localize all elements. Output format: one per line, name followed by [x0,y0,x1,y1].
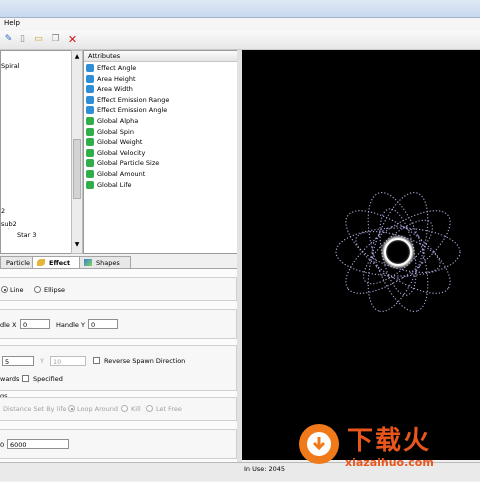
shapes-icon [84,259,92,266]
line-radio[interactable] [1,286,8,293]
attribute-label: Effect Emission Angle [97,106,168,115]
edge-behaviour-group: Distance Set By life Loop Around Kill Le… [0,397,237,421]
effect-tab-panel: Line Ellipse dle X 0 Handle Y 0 5 Y 10 R… [0,268,240,465]
ellipse-radio[interactable] [34,286,41,293]
attribute-curve-icon [86,106,94,115]
bottom-group: 0 6000 [0,429,237,459]
attribute-curve-icon [86,127,94,136]
wand-icon[interactable]: ✎ [3,34,14,45]
effect-tree[interactable]: Spiral 2 sub2 ˙ Star 3 [0,50,72,254]
attribute-curve-icon [86,148,94,157]
attributes-title: Attributes [88,52,121,60]
attribute-label: Area Width [97,85,133,94]
attributes-header: Attributes [84,51,237,62]
tree-item[interactable]: 2 [1,207,5,215]
tree-item[interactable]: Spiral [1,62,20,70]
attribute-curve-icon [86,159,94,168]
shape-type-group: Line Ellipse [0,277,237,301]
scroll-up-icon[interactable]: ▲ [73,53,81,61]
attribute-curve-icon [86,74,94,83]
effect-icon [37,259,45,266]
scroll-thumb[interactable] [73,139,81,199]
attribute-label: Global Life [97,180,132,189]
attributes-panel: Attributes Effect Angle Area Height Area W… [83,50,238,254]
spawn-x-input[interactable]: 5 [2,356,34,366]
kill-radio[interactable] [121,405,128,412]
title-bar [0,0,480,18]
attribute-label: Global Spin [97,127,134,136]
attribute-label: Effect Angle [97,64,137,72]
attribute-label: Effect Emission Range [97,95,170,104]
reverse-spawn-checkbox[interactable] [93,357,100,364]
tree-scrollbar[interactable]: ▲ ▼ [71,50,83,254]
handle-y-input[interactable]: 0 [88,319,118,329]
watermark: 下载火 xiazaihuo.com [283,418,480,480]
handle-x-input[interactable]: 0 [20,319,50,329]
spawn-y-input[interactable]: 10 [50,356,86,366]
attribute-label: Global Velocity [97,148,146,157]
attribute-curve-icon [86,117,94,125]
specified-checkbox[interactable] [22,375,29,382]
menu-bar: Help [0,18,480,31]
attribute-label: Global Particle Size [97,159,160,168]
tree-connector-icon: ˙ [7,227,11,235]
delete-icon[interactable]: ✕ [67,34,78,45]
scroll-down-icon[interactable]: ▼ [73,241,81,249]
attribute-label: Global Amount [97,170,146,178]
loop-around-radio[interactable] [68,405,75,412]
new-icon[interactable]: ▯ [17,34,28,45]
attribute-curve-icon [86,64,94,72]
attribute-label: Area Height [97,74,136,83]
attribute-curve-icon [86,95,94,104]
attribute-curve-icon [86,170,94,178]
attribute-curve-icon [86,138,94,147]
handle-group: dle X 0 Handle Y 0 [0,309,237,339]
attribute-curve-icon [86,85,94,94]
tree-item[interactable]: Star 3 [17,231,37,239]
attribute-curve-icon [86,180,94,189]
let-free-radio[interactable] [146,405,153,412]
open-folder-icon[interactable]: ▭ [33,34,44,45]
watermark-cn-text: 下载火 [347,426,432,456]
particle-effect-preview [335,192,461,312]
attribute-label: Global Alpha [97,117,139,125]
watermark-site: xiazaihuo.com [345,456,434,469]
bottom-value-input[interactable]: 6000 [7,439,69,449]
toolbar: ✎ ▯ ▭ ❐ ✕ [0,31,480,50]
copy-icon[interactable]: ❐ [50,34,61,45]
spawn-group: 5 Y 10 Reverse Spawn Direction wards Spe… [0,345,237,391]
in-use-count: In Use: 2045 [244,465,286,473]
menu-help[interactable]: Help [4,19,20,27]
attribute-label: Global Weight [97,138,143,147]
particle-preview-canvas[interactable] [242,50,480,460]
